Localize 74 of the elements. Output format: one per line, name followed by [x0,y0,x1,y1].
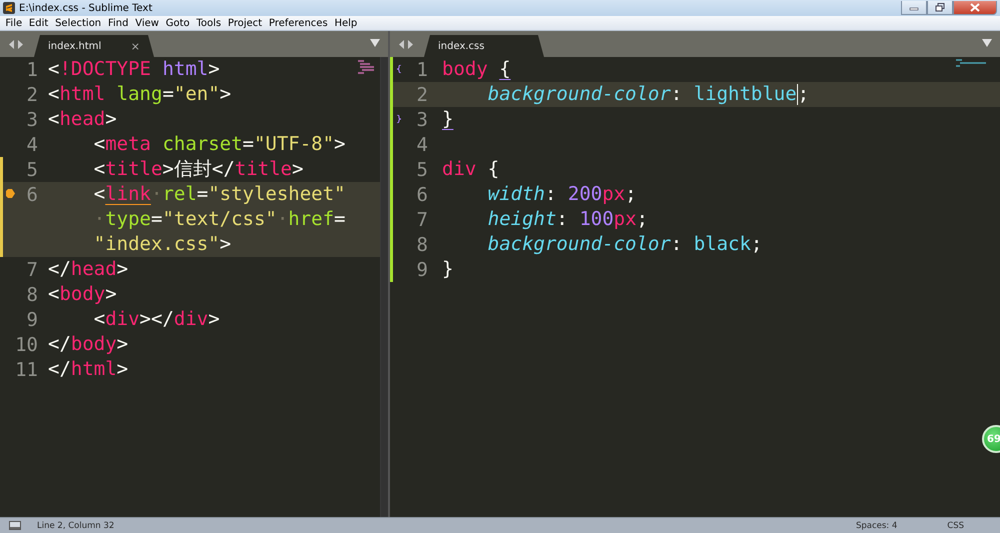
line-number: 2 [26,84,38,106]
line-number: 8 [26,284,38,306]
close-icon [970,3,980,12]
menu-item[interactable]: File [2,18,26,28]
code-line: ·type="text/css"·href= [92,207,346,232]
code-line: </body> [48,332,128,357]
code-line: <link·rel="stylesheet" [92,182,346,207]
code-line: <head> [48,107,117,132]
tab-navigation-icon[interactable] [8,40,24,48]
line-number: 1 [26,58,38,80]
restore-icon [935,3,945,12]
dropdown-icon[interactable] [982,39,992,47]
menu-item[interactable]: Project [224,18,266,28]
code-line: <html lang="en"> [48,82,232,107]
line-number: 7 [416,208,428,230]
line-number: 3 [26,108,38,130]
line-number: 9 [26,308,38,330]
minimap[interactable] [358,59,376,75]
scrollbar[interactable] [380,57,388,517]
code-line: } [442,257,454,282]
code-line: background-color: lightblue; [486,82,810,107]
code-line: height: 100px; [486,207,648,232]
menu-item[interactable]: Selection [52,18,105,28]
indentation-setting[interactable]: Spaces: 4 [856,520,898,530]
menu-item[interactable]: Tools [193,18,224,28]
tab-navigation-icon[interactable] [398,40,414,48]
line-number: 5 [416,158,428,180]
menu-item[interactable]: Help [331,18,361,28]
code-line: div { [442,157,500,182]
syntax-mode[interactable]: CSS [947,520,964,530]
line-number: 5 [26,158,38,180]
restore-button[interactable] [927,1,953,15]
code-line: <body> [48,282,117,307]
code-line: background-color: black; [486,232,762,257]
line-number: 9 [416,258,428,280]
editor-tab[interactable]: index.html × [34,35,154,57]
line-number: 1 [416,58,428,80]
tab-close-button[interactable]: × [130,40,140,52]
code-line: <meta charset="UTF-8"> [92,132,346,157]
line-number: 4 [26,134,38,156]
line-number: 7 [26,258,38,280]
line-number: 4 [416,134,428,156]
line-number: 11 [15,358,38,380]
code-line: </html> [48,357,128,382]
line-number: 6 [26,184,38,206]
code-line: <title>信封</title> [92,157,304,182]
app-icon [3,2,15,14]
fold-marker-icon[interactable] [396,65,402,73]
code-line: <!DOCTYPE html> [48,57,220,82]
minimap[interactable] [956,59,986,69]
code-line: } [442,107,454,132]
code-line: "index.css"> [92,232,232,257]
menu-item[interactable]: Preferences [265,18,332,28]
close-button[interactable] [953,1,997,15]
line-number: 10 [15,334,38,356]
dropdown-icon[interactable] [370,39,380,47]
line-number: 6 [416,184,428,206]
window-title: E:\index.css - Sublime Text [19,2,152,14]
menu-item[interactable]: Find [104,18,132,28]
code-line: </head> [48,257,128,282]
code-line: <div></div> [92,307,220,332]
line-number: 8 [416,234,428,256]
menu-item[interactable]: Goto [162,18,194,28]
cursor-position: Line 2, Column 32 [37,520,114,530]
fold-marker-icon[interactable] [396,115,402,123]
code-line: body { [442,57,511,82]
menu-item[interactable]: View [132,18,162,28]
line-number: 3 [416,108,428,130]
code-line: width: 200px; [486,182,637,207]
panel-toggle-icon[interactable] [9,521,21,530]
menu-item[interactable]: Edit [26,18,52,28]
line-number: 2 [416,84,428,106]
minimize-icon [909,4,919,10]
editor-tab[interactable]: index.css [424,35,544,57]
